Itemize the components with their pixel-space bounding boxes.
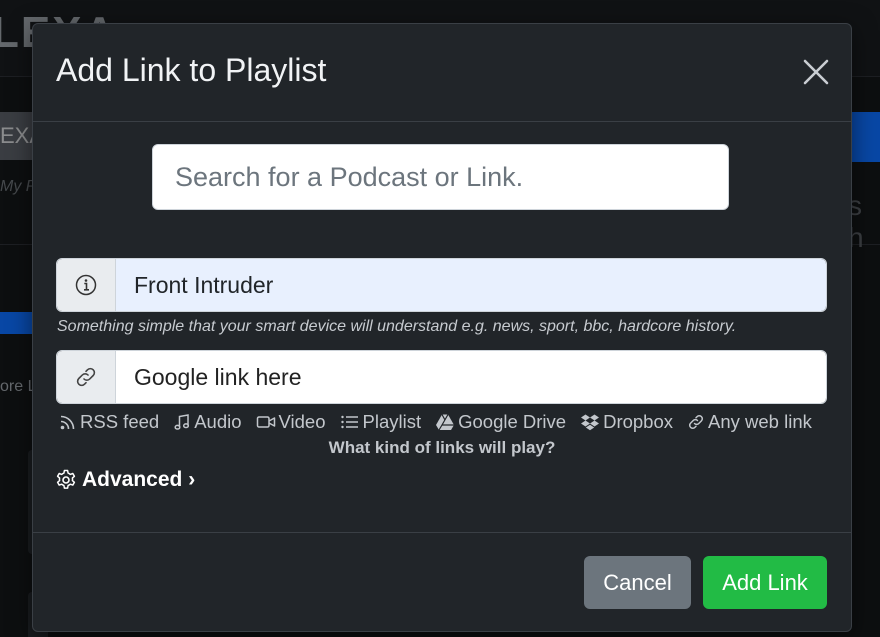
advanced-label: Advanced › [82,468,196,491]
modal-header: Add Link to Playlist [33,24,851,122]
link-type-audio: Audio [173,411,242,433]
dropbox-icon [581,414,600,431]
add-link-button[interactable]: Add Link [703,556,827,609]
add-link-modal: Add Link to Playlist Something simple th… [32,23,852,632]
link-type-label: RSS feed [80,411,160,432]
link-type-label: Playlist [362,411,422,432]
google-drive-icon [436,414,455,431]
link-type-dropbox: Dropbox [580,411,673,433]
playlist-name-input[interactable] [116,259,826,311]
cancel-button[interactable]: Cancel [584,556,691,609]
advanced-toggle[interactable]: Advanced › [55,468,195,492]
link-type-playlist: Playlist [340,411,422,433]
what-links-link[interactable]: What kind of links will play? [33,438,851,458]
link-type-rss: RSS feed [59,411,159,433]
link-type-video: Video [256,411,326,433]
link-type-label: Any web link [708,411,812,432]
link-type-web: Any web link [687,411,812,433]
link-type-label: Video [278,411,326,432]
link-type-google-drive: Google Drive [435,411,566,433]
info-addon [57,259,116,311]
link-icon [689,414,704,430]
close-button[interactable] [801,57,831,87]
modal-footer: Cancel Add Link [33,532,851,632]
info-icon [75,274,97,296]
link-types-list: RSS feed Audio Video Playlist Google Dri… [59,411,812,433]
video-icon [256,416,275,428]
close-icon [803,59,829,85]
gear-icon [56,469,76,489]
search-input[interactable] [152,144,729,210]
link-type-label: Google Drive [458,411,567,432]
music-icon [174,414,190,430]
link-url-group [56,350,827,404]
list-icon [340,415,358,429]
playlist-name-group [56,258,827,312]
link-type-label: Dropbox [603,411,674,432]
name-help-text: Something simple that your smart device … [57,318,737,335]
modal-title: Add Link to Playlist [56,52,327,88]
link-addon [57,351,116,403]
link-type-label: Audio [194,411,242,432]
link-url-input[interactable] [116,351,826,403]
rss-icon [60,415,75,430]
link-icon [76,367,96,387]
